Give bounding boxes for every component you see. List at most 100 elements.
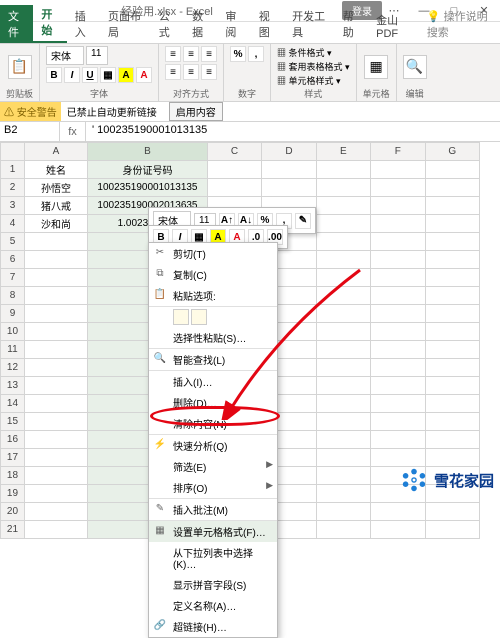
ctx-item[interactable]: 从下拉列表中选择(K)… [149,542,277,574]
row-header[interactable]: 4 [1,215,25,233]
cell[interactable] [24,449,87,467]
ctx-item[interactable]: 插入(I)… [149,371,277,392]
row-header[interactable]: 9 [1,305,25,323]
tab-data[interactable]: 数据 [184,5,217,43]
tab-insert[interactable]: 插入 [67,5,100,43]
cells-button[interactable]: ▦ [364,55,388,79]
paste-button[interactable]: 📋 [8,55,32,79]
cell[interactable] [371,395,425,413]
cell[interactable] [24,251,87,269]
row-header[interactable]: 2 [1,179,25,197]
row-header[interactable]: 14 [1,395,25,413]
mini-format-painter[interactable]: ✎ [295,213,311,229]
cell[interactable] [316,197,370,215]
enable-content-button[interactable]: 启用内容 [169,102,223,121]
align-bot-icon[interactable]: ≡ [201,46,217,62]
bold-button[interactable]: B [46,67,62,83]
cell[interactable] [24,269,87,287]
cell[interactable] [371,323,425,341]
cell[interactable] [371,449,425,467]
cell[interactable] [24,521,87,539]
format-table-button[interactable]: ▦ 套用表格格式 ▾ [277,60,350,73]
cell[interactable] [316,521,370,539]
ctx-item[interactable]: ▦设置单元格格式(F)… [149,521,277,542]
cell[interactable] [425,521,479,539]
row-header[interactable]: 7 [1,269,25,287]
cell[interactable] [371,233,425,251]
ctx-item[interactable]: 排序(O)▶ [149,477,277,499]
ctx-item[interactable]: ✂剪切(T) [149,243,277,264]
cell[interactable] [425,431,479,449]
cell[interactable] [425,323,479,341]
cell[interactable] [316,467,370,485]
row-header[interactable]: 21 [1,521,25,539]
cell[interactable] [425,197,479,215]
cell[interactable] [316,449,370,467]
tab-page-layout[interactable]: 页面布局 [100,5,151,43]
cell[interactable] [425,305,479,323]
row-header[interactable]: 3 [1,197,25,215]
tab-review[interactable]: 审阅 [217,5,250,43]
col-header-a[interactable]: A [24,143,87,161]
cell[interactable] [316,287,370,305]
cell[interactable] [316,377,370,395]
cell[interactable] [371,413,425,431]
col-header-b[interactable]: B [88,143,208,161]
font-size-select[interactable]: 11 [86,46,108,65]
cell[interactable] [24,413,87,431]
ctx-item[interactable]: 选择性粘贴(S)… [149,327,277,349]
ctx-item[interactable]: 删除(D)… [149,392,277,413]
cell[interactable] [425,395,479,413]
paste-option-button[interactable] [173,309,189,325]
row-header[interactable]: 13 [1,377,25,395]
tab-file[interactable]: 文件 [0,5,33,43]
fill-color-button[interactable]: A [118,67,134,83]
tab-pdf[interactable]: 金山PDF [368,9,419,43]
align-left-icon[interactable]: ≡ [165,64,181,80]
cell[interactable] [371,305,425,323]
align-right-icon[interactable]: ≡ [201,64,217,80]
cell[interactable] [316,215,370,233]
cell[interactable] [24,305,87,323]
cell-styles-button[interactable]: ▦ 单元格样式 ▾ [277,74,341,87]
paste-option-button[interactable] [191,309,207,325]
percent-button[interactable]: % [230,46,246,62]
cell[interactable] [425,161,479,179]
cell[interactable] [262,161,316,179]
cell[interactable] [371,179,425,197]
underline-button[interactable]: U [82,67,98,83]
cell[interactable] [316,341,370,359]
row-header[interactable]: 10 [1,323,25,341]
font-color-button[interactable]: A [136,67,152,83]
ctx-item[interactable]: 筛选(E)▶ [149,456,277,477]
row-header[interactable]: 11 [1,341,25,359]
row-header[interactable]: 18 [1,467,25,485]
cell[interactable] [371,215,425,233]
col-header-c[interactable]: C [207,143,261,161]
editing-button[interactable]: 🔍 [403,55,427,79]
cell[interactable] [24,377,87,395]
cell[interactable] [425,341,479,359]
col-header-e[interactable]: E [316,143,370,161]
align-top-icon[interactable]: ≡ [165,46,181,62]
cell[interactable] [425,215,479,233]
cell[interactable] [371,197,425,215]
row-header[interactable]: 20 [1,503,25,521]
row-header[interactable]: 1 [1,161,25,179]
cell[interactable]: 100235190001013135 [88,179,208,197]
cell[interactable] [425,251,479,269]
cell[interactable] [24,395,87,413]
ctx-item[interactable]: 显示拼音字段(S) [149,574,277,595]
cell[interactable]: 沙和尚 [24,215,87,233]
cell[interactable] [316,431,370,449]
cell[interactable] [24,431,87,449]
tab-dev[interactable]: 开发工具 [284,5,335,43]
cell[interactable]: 孙悟空 [24,179,87,197]
cell[interactable] [425,233,479,251]
ctx-item[interactable]: 定义名称(A)… [149,595,277,616]
row-header[interactable]: 5 [1,233,25,251]
row-header[interactable]: 15 [1,413,25,431]
cell[interactable] [371,521,425,539]
cell[interactable] [316,359,370,377]
formula-input[interactable]: ' 100235190001013135 [86,122,500,141]
